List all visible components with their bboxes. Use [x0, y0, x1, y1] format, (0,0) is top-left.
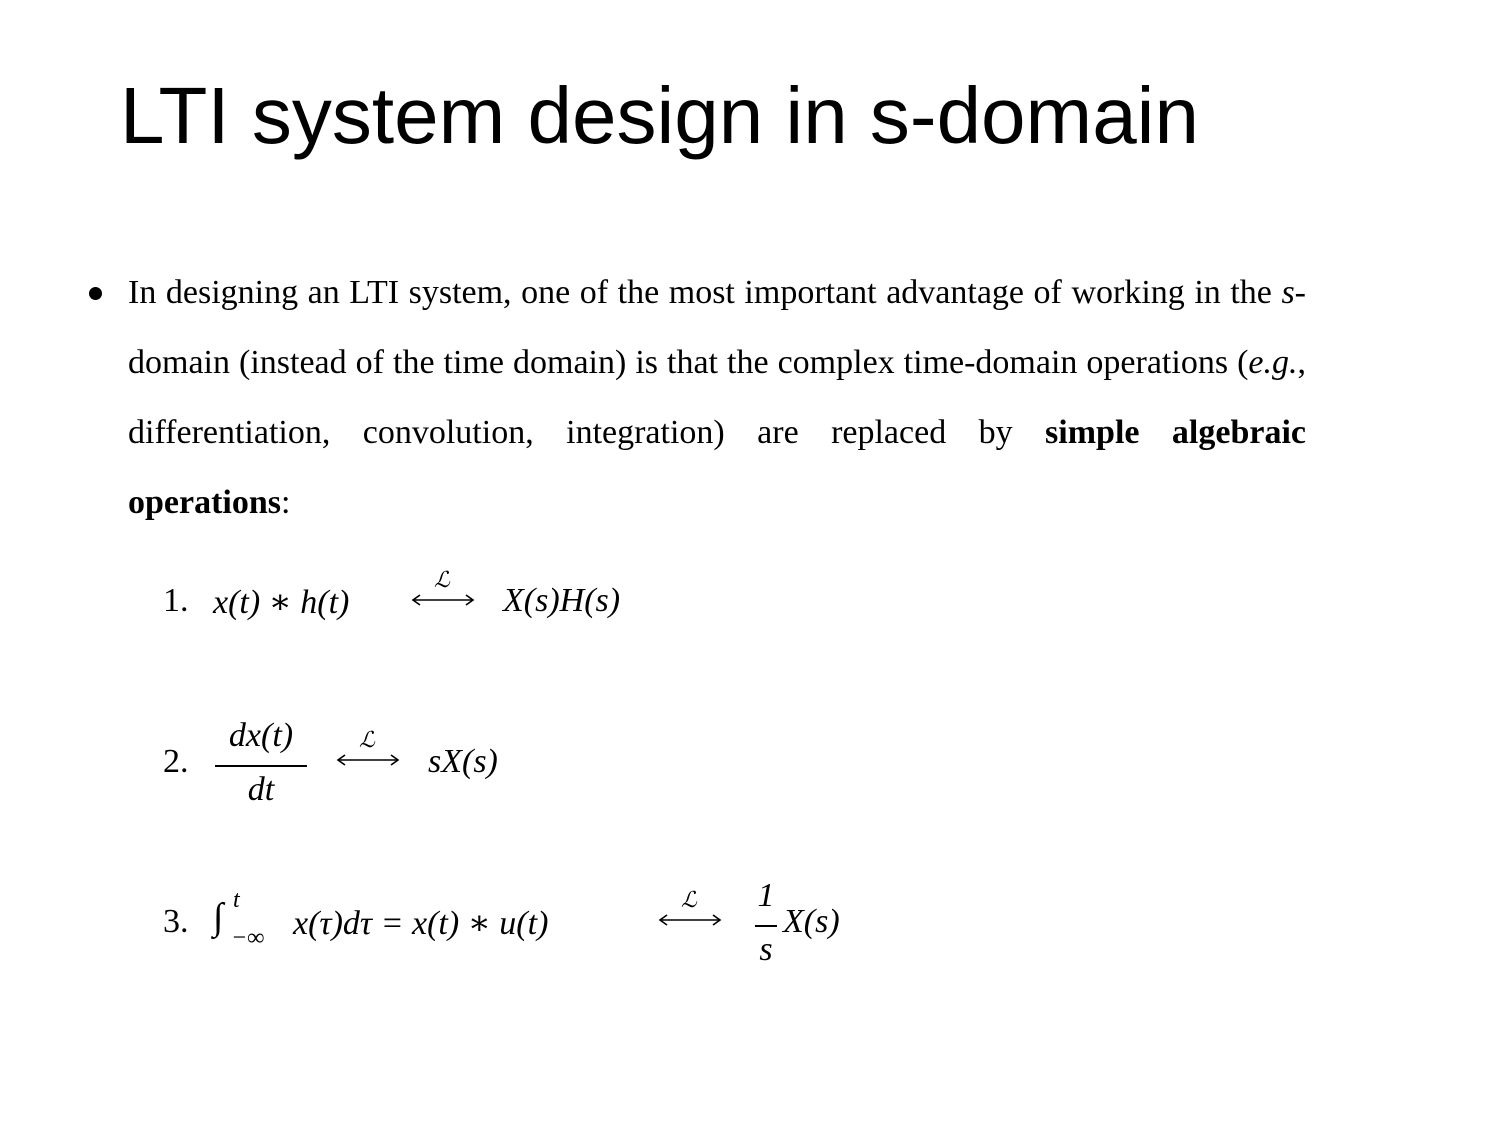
equation-rhs: X(s)H(s) [503, 582, 621, 619]
paragraph-text-4: : [281, 484, 291, 521]
laplace-symbol: ℒ [359, 727, 375, 752]
fraction-bar [755, 925, 777, 927]
fraction-denominator: s [759, 931, 773, 968]
fraction-numerator: 1 [757, 877, 775, 914]
bullet-dot [89, 287, 102, 300]
equation-lhs: x(τ)dτ = x(t) ∗ u(t) [293, 905, 549, 942]
bullet-paragraph: In designing an LTI system, one of the m… [128, 258, 1306, 538]
fraction-numerator: dx(t) [228, 717, 294, 754]
slide-title: LTI system design in s-domain [120, 71, 1199, 160]
equation-lhs: x(t) ∗ h(t) [213, 584, 350, 621]
equation-rhs: X(s) [783, 903, 840, 940]
integral-sign: ∫ [213, 896, 224, 938]
equation-rhs: sX(s) [428, 743, 498, 780]
integral-lower-limit: −∞ [231, 925, 265, 951]
fraction-denominator: dt [247, 771, 275, 808]
equation-number: 3. [163, 903, 189, 940]
laplace-symbol: ℒ [434, 567, 450, 592]
laplace-symbol: ℒ [681, 887, 697, 912]
equation-1: 1. x(t) ∗ h(t) ℒ X(s)H(s) [163, 567, 863, 640]
fraction-bar [215, 765, 307, 767]
paragraph-text-1: In designing an LTI system, one of the m… [128, 274, 1282, 311]
equation-2: 2. dx(t) dt ℒ sX(s) [163, 715, 863, 815]
eg-abbreviation: e.g. [1248, 344, 1298, 381]
s-variable: s [1281, 274, 1295, 311]
equation-3: 3. ∫ t −∞ x(τ)dτ = x(t) ∗ u(t) ℒ 1 s X(s… [163, 875, 923, 975]
integral-upper-limit: t [233, 887, 240, 913]
equation-number: 1. [163, 582, 189, 619]
equation-number: 2. [163, 743, 189, 780]
